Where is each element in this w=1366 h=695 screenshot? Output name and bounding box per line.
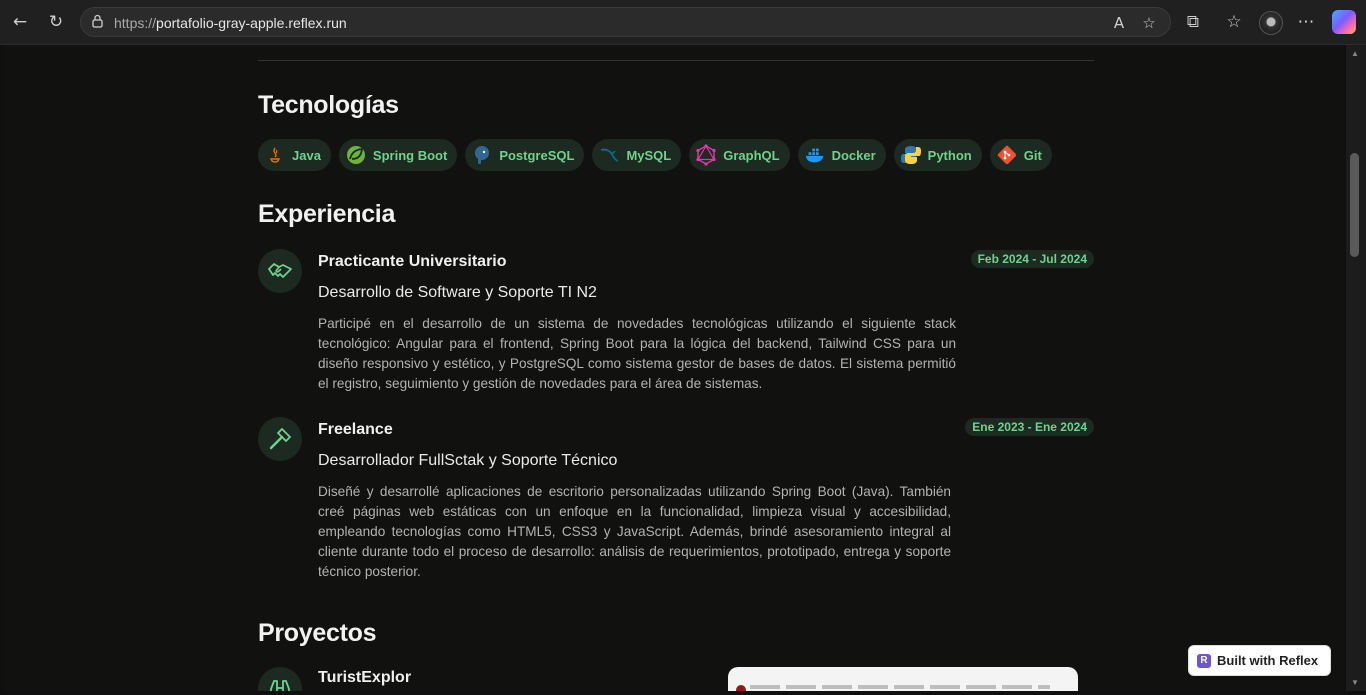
git-icon [996, 144, 1018, 166]
vertical-scrollbar[interactable]: ▲ ▼ [1346, 45, 1366, 691]
profile-avatar[interactable] [1259, 11, 1283, 35]
project-preview-image[interactable] [728, 667, 1078, 691]
date-badge: Feb 2024 - Jul 2024 [970, 250, 1094, 268]
python-icon [900, 144, 922, 166]
tech-label: GraphQL [723, 147, 780, 163]
tech-badge-git: Git [989, 139, 1052, 171]
tech-badge-mysql: MySQL [592, 139, 682, 171]
read-aloud-icon[interactable]: A [1109, 13, 1129, 33]
technology-list: Java Spring Boot PostgreSQL MySQL GraphQ… [258, 139, 1052, 171]
reflex-badge-label: Built with Reflex [1217, 653, 1319, 668]
job-description: Participé en el desarrollo de un sistema… [318, 316, 956, 391]
page-viewport: Tecnologías Java Spring Boot PostgreSQL [4, 45, 1345, 691]
job-subtitle: Desarrollo de Software y Soporte TI N2 [318, 284, 597, 301]
tech-badge-graphql: GraphQL [689, 139, 790, 171]
scrollbar-thumb[interactable] [1350, 153, 1359, 257]
projects-heading: Proyectos [258, 619, 377, 647]
job-title: Freelance [318, 421, 393, 438]
preview-logo [736, 685, 746, 691]
job-title: Practicante Universitario [318, 253, 507, 270]
scroll-up-arrow-icon[interactable]: ▲ [1351, 49, 1359, 58]
job-subtitle: Desarrollador FullSctak y Soporte Técnic… [318, 452, 618, 469]
postgresql-icon [471, 144, 493, 166]
experience-heading: Experiencia [258, 200, 396, 228]
binoculars-icon [258, 667, 302, 691]
favorite-star-icon[interactable]: ☆ [1139, 13, 1159, 33]
tech-label: Docker [831, 147, 876, 163]
copilot-icon[interactable] [1332, 10, 1356, 34]
tech-label: Git [1023, 147, 1042, 163]
handshake-icon [258, 249, 302, 293]
tech-label: Java [292, 147, 321, 163]
tech-label: Spring Boot [372, 147, 448, 163]
tech-badge-docker: Docker [797, 139, 886, 171]
section-divider [258, 60, 1094, 61]
spring-icon [345, 144, 367, 166]
project-title: TuristExplor [318, 669, 412, 686]
tech-badge-spring-boot: Spring Boot [338, 139, 458, 171]
tech-badge-postgresql: PostgreSQL [465, 139, 585, 171]
favorites-icon[interactable]: ☆ [1221, 9, 1247, 35]
refresh-icon[interactable]: ↻ [43, 9, 69, 35]
browser-toolbar: ← ↻ https://portafolio-gray-apple.reflex… [0, 0, 1366, 45]
graphql-icon [695, 144, 717, 166]
technologies-heading: Tecnologías [258, 91, 399, 119]
built-with-reflex-badge[interactable]: R Built with Reflex [1188, 645, 1331, 676]
preview-text-lines [750, 685, 1050, 689]
reflex-logo-icon: R [1197, 653, 1211, 668]
tech-label: PostgreSQL [499, 147, 575, 163]
tech-label: Python [927, 147, 972, 163]
tech-label: MySQL [626, 147, 672, 163]
extensions-icon[interactable]: ⧉ [1180, 9, 1206, 35]
scroll-down-arrow-icon[interactable]: ▼ [1351, 678, 1359, 687]
back-icon[interactable]: ← [7, 9, 33, 35]
more-menu-icon[interactable]: ⋯ [1293, 9, 1319, 35]
mysql-icon [598, 144, 620, 166]
tech-badge-java: Java [258, 139, 331, 171]
job-description: Diseñé y desarrollé aplicaciones de escr… [318, 484, 951, 579]
docker-icon [804, 144, 826, 166]
date-badge: Ene 2023 - Ene 2024 [965, 418, 1094, 436]
hammer-icon [258, 417, 302, 461]
address-bar[interactable]: https://portafolio-gray-apple.reflex.run… [80, 7, 1171, 37]
lock-icon [91, 14, 104, 31]
tech-badge-python: Python [893, 139, 982, 171]
java-icon [264, 144, 286, 166]
url-text: https://portafolio-gray-apple.reflex.run [114, 15, 347, 31]
